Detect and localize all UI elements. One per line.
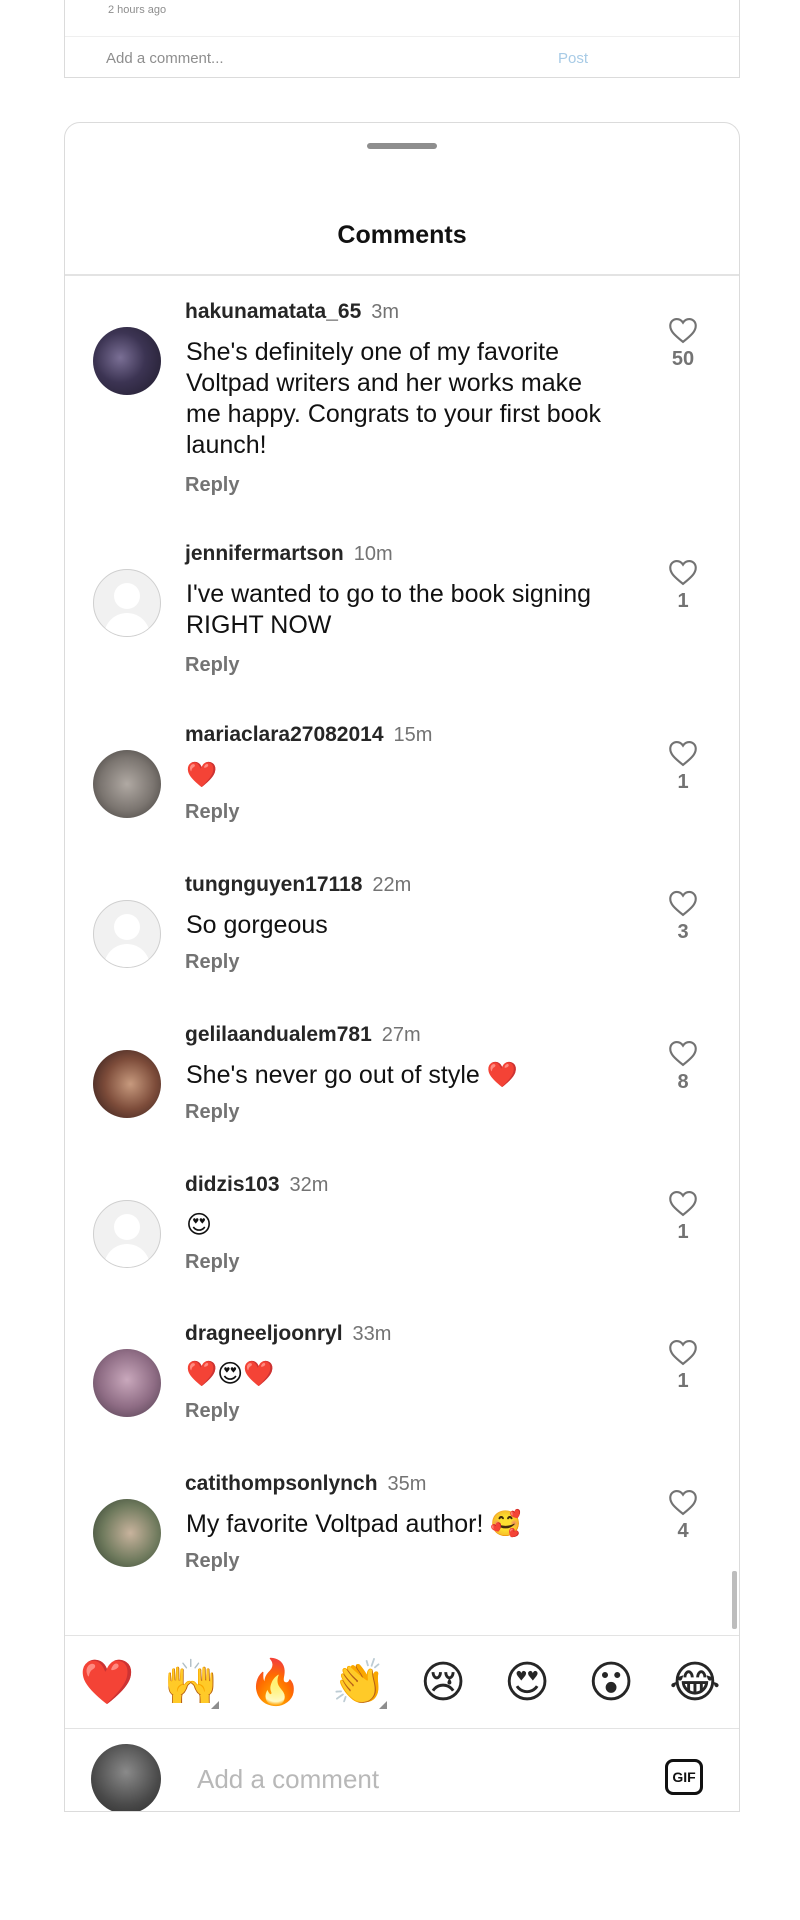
comment-time: 3m: [371, 301, 400, 323]
divider: [65, 36, 739, 37]
comment-username[interactable]: tungnguyen17118 22m: [185, 873, 411, 897]
avatar[interactable]: [93, 750, 161, 818]
comment-text: 😍: [186, 1211, 213, 1239]
like-count: 3: [677, 921, 689, 943]
comment-username[interactable]: hakunamatata_65 3m: [185, 300, 399, 324]
emoji-heart-button[interactable]: ❤️: [77, 1653, 137, 1713]
comment-username[interactable]: gelilaandualem781 27m: [185, 1023, 421, 1047]
drag-handle[interactable]: [367, 143, 437, 149]
avatar[interactable]: [93, 327, 161, 395]
post-add-comment-field[interactable]: Add a comment...: [106, 50, 224, 67]
comment-text: She's never go out of style ❤️: [186, 1061, 518, 1089]
comment-time: 27m: [381, 1024, 421, 1046]
reply-button[interactable]: Reply: [185, 1101, 239, 1124]
skin-tone-indicator-icon: [379, 1701, 387, 1709]
like-button[interactable]: 4: [663, 1488, 703, 1543]
comment-text: I've wanted to go to the book signing RI…: [186, 580, 592, 639]
comment-text: She's definitely one of my favorite Volt…: [186, 338, 602, 459]
like-button[interactable]: 1: [663, 1189, 703, 1244]
divider: [65, 1728, 739, 1729]
comment-time: 22m: [372, 874, 412, 896]
quick-reaction-bar: ❤️ 🙌 🔥 👏 😢 😍 😮 😂: [65, 1643, 739, 1719]
comment-time: 33m: [352, 1323, 392, 1345]
avatar[interactable]: [93, 569, 161, 637]
reply-button[interactable]: Reply: [185, 1550, 239, 1573]
heart-icon: [669, 1190, 697, 1217]
reply-button[interactable]: Reply: [185, 1251, 239, 1274]
comment-username[interactable]: didzis103 32m: [185, 1173, 328, 1197]
previous-post-footer: 2 hours ago Add a comment... Post: [64, 0, 740, 78]
current-user-avatar: [91, 1744, 161, 1811]
emoji-laughing-button[interactable]: 😂: [665, 1653, 725, 1713]
like-count: 1: [677, 1221, 689, 1243]
like-button[interactable]: 8: [663, 1039, 703, 1094]
avatar[interactable]: [93, 900, 161, 968]
reply-button[interactable]: Reply: [185, 474, 239, 497]
like-button[interactable]: 1: [663, 558, 703, 613]
heart-icon: [669, 317, 697, 344]
emoji-crying-button[interactable]: 😢: [413, 1653, 473, 1713]
like-button[interactable]: 1: [663, 739, 703, 794]
like-count: 1: [677, 1370, 689, 1392]
comment-username[interactable]: jennifermartson 10m: [185, 542, 393, 566]
comment-username[interactable]: catithompsonlynch 35m: [185, 1472, 426, 1496]
comment-time: 32m: [289, 1174, 329, 1196]
reply-button[interactable]: Reply: [185, 654, 239, 677]
heart-icon: [669, 1339, 697, 1366]
divider: [65, 274, 739, 276]
comment-text: ❤️😍❤️: [186, 1360, 275, 1388]
post-button[interactable]: Post: [558, 50, 588, 67]
emoji-raised-hands-button[interactable]: 🙌: [161, 1653, 221, 1713]
avatar[interactable]: [93, 1349, 161, 1417]
comment-username[interactable]: mariaclara27082014 15m: [185, 723, 432, 747]
reply-button[interactable]: Reply: [185, 1400, 239, 1423]
like-button[interactable]: 1: [663, 1338, 703, 1393]
reply-button[interactable]: Reply: [185, 801, 239, 824]
add-comment-input[interactable]: [195, 1753, 619, 1805]
divider: [65, 1635, 739, 1636]
heart-icon: [669, 890, 697, 917]
like-count: 8: [677, 1071, 689, 1093]
heart-icon: [669, 1040, 697, 1067]
avatar[interactable]: [93, 1499, 161, 1567]
comment-text: My favorite Voltpad author! 🥰: [186, 1510, 522, 1538]
comment-time: 10m: [353, 543, 393, 565]
like-count: 1: [677, 771, 689, 793]
heart-icon: [669, 559, 697, 586]
like-button[interactable]: 3: [663, 889, 703, 944]
emoji-fire-button[interactable]: 🔥: [245, 1653, 305, 1713]
heart-icon: [669, 740, 697, 767]
comment-text: So gorgeous: [186, 911, 328, 939]
emoji-heart-eyes-button[interactable]: 😍: [497, 1653, 557, 1713]
comment-composer-panel: ❤️ 🙌 🔥 👏 😢 😍 😮 😂 GIF: [65, 1635, 739, 1811]
like-count: 1: [677, 590, 689, 612]
scrollbar[interactable]: [732, 1571, 737, 1629]
reply-button[interactable]: Reply: [185, 951, 239, 974]
like-count: 50: [671, 348, 695, 370]
comment-text: ❤️: [186, 761, 218, 789]
emoji-surprised-button[interactable]: 😮: [581, 1653, 641, 1713]
avatar[interactable]: [93, 1050, 161, 1118]
comment-username[interactable]: dragneeljoonryl 33m: [185, 1322, 391, 1346]
post-timestamp: 2 hours ago: [108, 4, 167, 16]
comments-sheet: Comments hakunamatata_65 3m She's definit…: [64, 122, 740, 1812]
avatar[interactable]: [93, 1200, 161, 1268]
heart-icon: [669, 1489, 697, 1516]
gif-button[interactable]: GIF: [665, 1759, 703, 1795]
like-count: 4: [677, 1520, 689, 1542]
comment-time: 15m: [393, 724, 433, 746]
sheet-title: Comments: [337, 221, 467, 249]
comment-time: 35m: [387, 1473, 427, 1495]
skin-tone-indicator-icon: [211, 1701, 219, 1709]
emoji-clap-button[interactable]: 👏: [329, 1653, 389, 1713]
like-button[interactable]: 50: [663, 316, 703, 371]
